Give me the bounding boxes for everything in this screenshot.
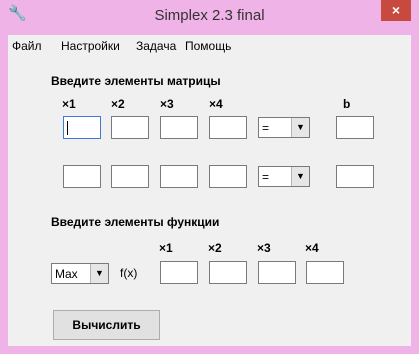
close-button[interactable]: × [381,0,411,21]
title-bar[interactable]: 🔧 Simplex 2.3 final × [0,0,419,34]
dropdown-arrow-icon[interactable]: ▼ [90,264,108,283]
matrix-var-label-1: ×1 [62,97,76,111]
matrix-cell-r1-c2[interactable] [111,116,149,139]
matrix-cell-r1-c3[interactable] [160,116,198,139]
sign-select-r2[interactable]: = ▼ [258,166,310,187]
sign-value: = [262,170,270,184]
matrix-heading: Введите элементы матрицы [51,74,221,88]
b-label: b [343,97,351,111]
function-var-label-1: ×1 [159,241,173,255]
menu-bar: Файл Настройки Задача Помощь [8,35,411,55]
matrix-cell-r2-c3[interactable] [160,165,198,188]
function-coef-4[interactable] [306,261,344,284]
matrix-var-label-2: ×2 [111,97,125,111]
matrix-cell-r2-c2[interactable] [111,165,149,188]
menu-settings[interactable]: Настройки [61,39,120,53]
b-cell-r1[interactable] [336,116,374,139]
function-var-label-2: ×2 [208,241,222,255]
menu-help[interactable]: Помощь [185,39,231,53]
client-area: Файл Настройки Задача Помощь Введите эле… [8,35,411,346]
sign-select-r1[interactable]: = ▼ [258,117,310,138]
optimization-mode-select[interactable]: Max ▼ [51,263,109,284]
matrix-cell-r2-c1[interactable] [63,165,101,188]
menu-task[interactable]: Задача [136,39,176,53]
matrix-cell-r1-c1[interactable] [63,116,101,139]
function-coef-2[interactable] [209,261,247,284]
function-label: f(x) [120,266,138,280]
mode-value: Max [55,267,78,281]
function-coef-3[interactable] [258,261,296,284]
dropdown-arrow-icon[interactable]: ▼ [291,167,309,186]
menu-file[interactable]: Файл [12,39,42,53]
matrix-var-label-3: ×3 [160,97,174,111]
app-window: 🔧 Simplex 2.3 final × Файл Настройки Зад… [0,0,419,354]
matrix-var-label-4: ×4 [209,97,223,111]
window-title: Simplex 2.3 final [154,7,265,24]
matrix-cell-r1-c4[interactable] [209,116,247,139]
sign-value: = [262,121,270,135]
dropdown-arrow-icon[interactable]: ▼ [291,118,309,137]
matrix-cell-r2-c4[interactable] [209,165,247,188]
function-var-label-4: ×4 [305,241,319,255]
compute-button[interactable]: Вычислить [53,310,160,340]
function-heading: Введите элементы функции [51,215,220,229]
function-coef-1[interactable] [160,261,198,284]
text-caret [67,121,68,135]
b-cell-r2[interactable] [336,165,374,188]
function-var-label-3: ×3 [257,241,271,255]
